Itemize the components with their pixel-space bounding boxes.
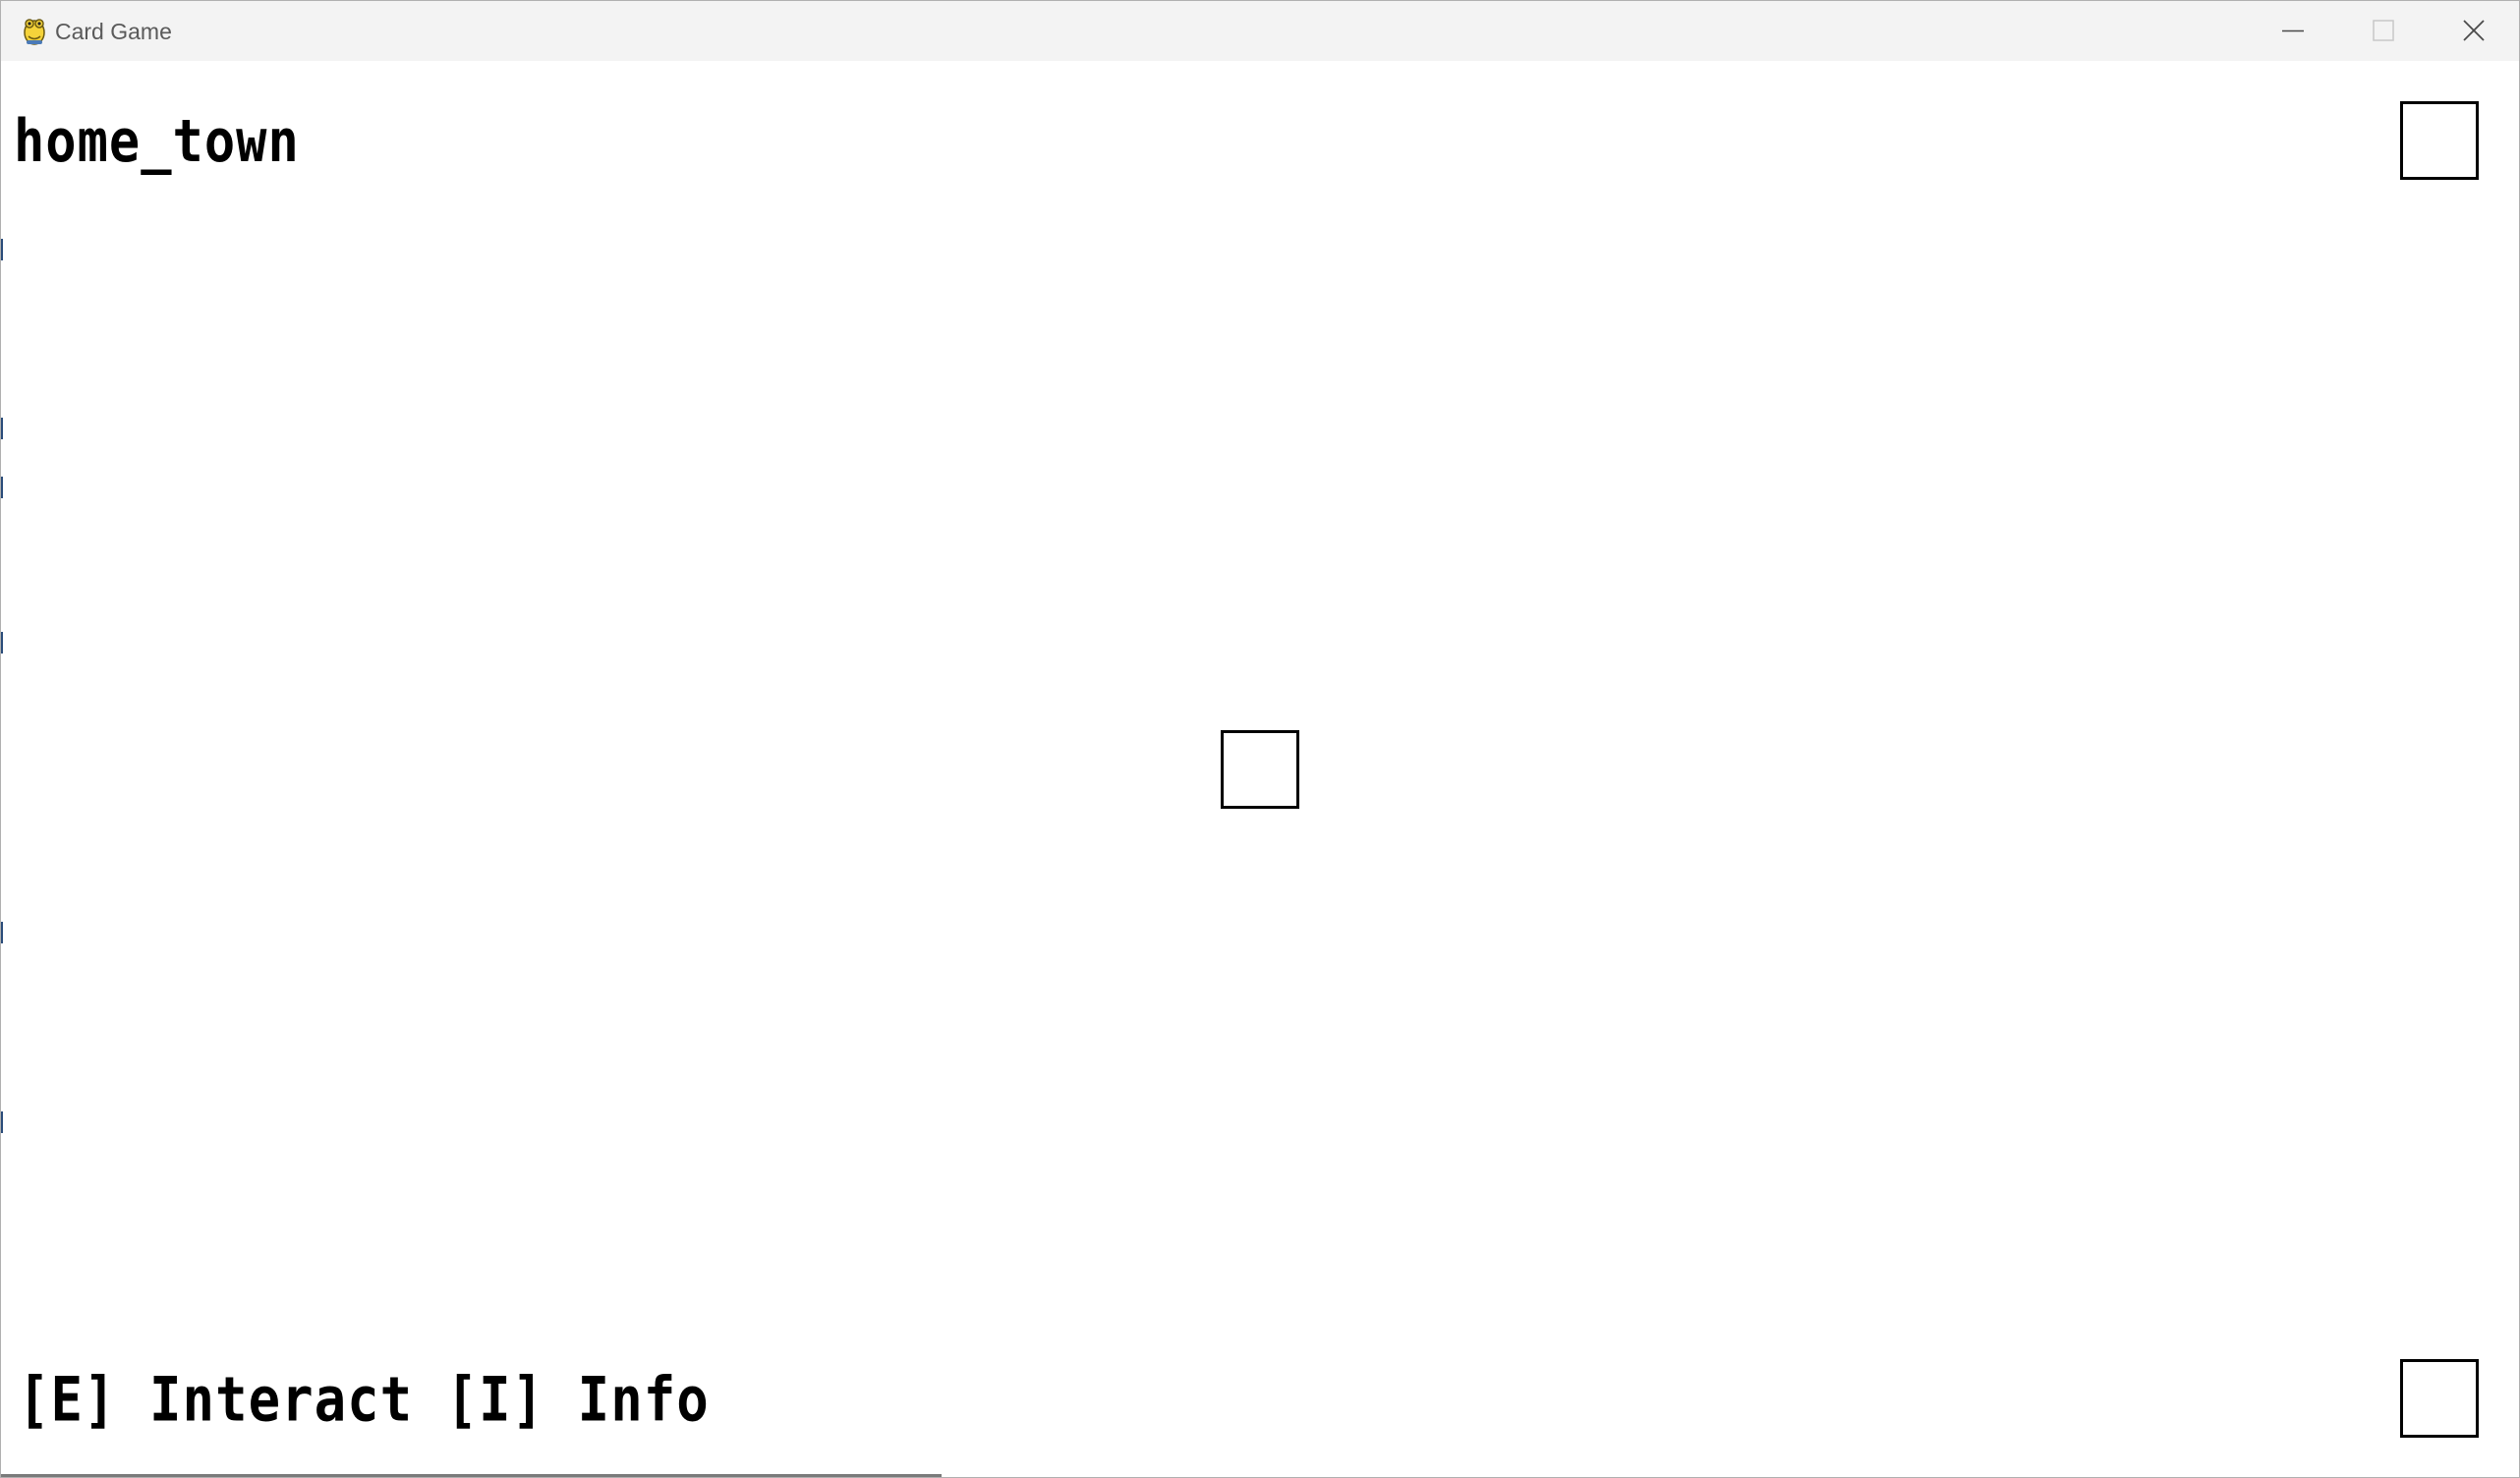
window-title: Card Game: [55, 19, 172, 44]
close-button[interactable]: [2429, 1, 2519, 61]
minimize-icon: [2282, 29, 2304, 32]
hud-slot-bottom-right: [2400, 1359, 2479, 1438]
location-label: home_town: [14, 108, 300, 176]
edge-mark: [1, 922, 3, 943]
maximize-button[interactable]: [2338, 1, 2429, 61]
edge-mark: [1, 1111, 3, 1133]
edge-mark: [1, 632, 3, 654]
player-sprite: [1221, 730, 1299, 809]
edge-mark: [1, 418, 3, 439]
taskbar-edge: [1, 1474, 942, 1477]
minimize-button[interactable]: [2248, 1, 2338, 61]
app-window: Card Game home_town [E] Interact [I] Inf…: [0, 0, 2520, 1478]
edge-mark: [1, 477, 3, 498]
hud-slot-top-right: [2400, 101, 2479, 180]
pygame-snake-icon: [24, 19, 45, 45]
game-canvas[interactable]: home_town [E] Interact [I] Info: [1, 61, 2519, 1477]
title-bar[interactable]: Card Game: [1, 1, 2519, 61]
close-icon: [2463, 20, 2485, 41]
left-edge-artifacts: [1, 121, 4, 1478]
maximize-icon: [2373, 20, 2394, 41]
controls-hint: [E] Interact [I] Info: [18, 1364, 710, 1436]
edge-mark: [1, 239, 3, 260]
